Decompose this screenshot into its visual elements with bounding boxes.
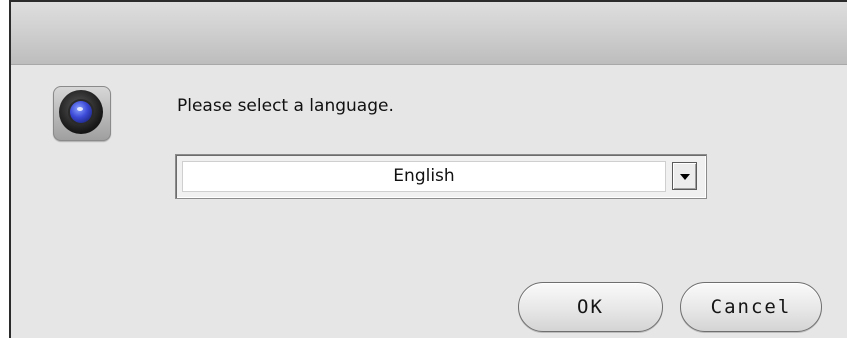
language-dialog: Please select a language. English OK Can… <box>9 0 847 338</box>
camera-lens-icon <box>53 86 111 141</box>
lens-glass <box>70 101 92 123</box>
lens-glint <box>77 107 83 111</box>
title-bar[interactable] <box>11 2 847 65</box>
chevron-down-icon <box>680 174 690 180</box>
language-select[interactable]: English <box>175 154 707 199</box>
cancel-button[interactable]: Cancel <box>680 282 822 332</box>
lens-outer-ring <box>59 90 103 134</box>
language-select-value[interactable]: English <box>182 161 666 192</box>
ok-button[interactable]: OK <box>518 282 663 332</box>
dropdown-button[interactable] <box>672 162 697 190</box>
prompt-text: Please select a language. <box>177 96 394 116</box>
